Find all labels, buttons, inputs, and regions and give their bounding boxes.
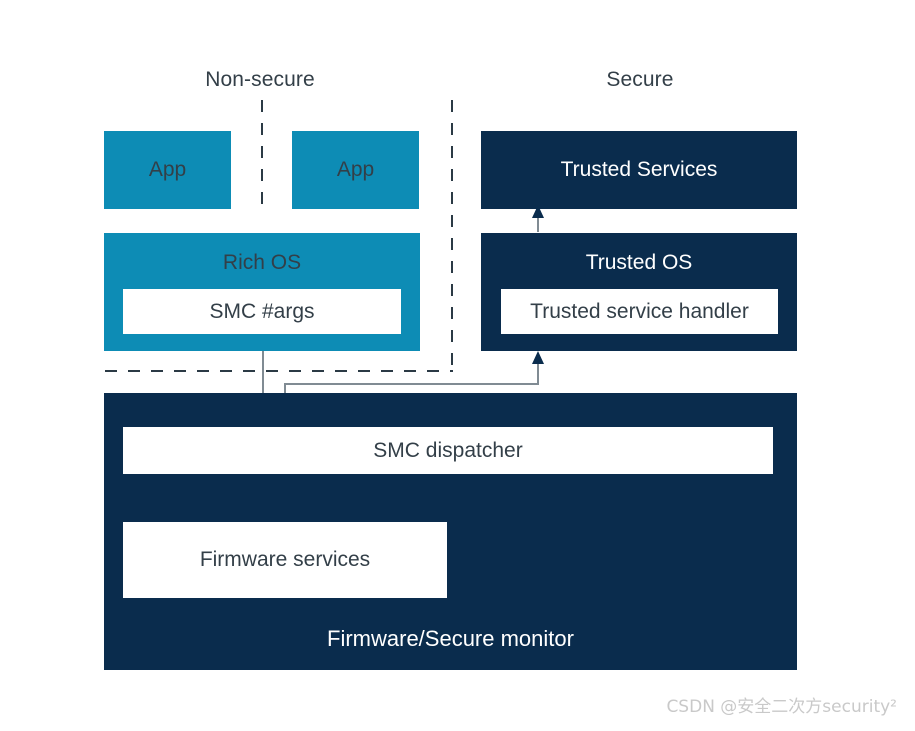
box-firmware-services-label: Firmware services [199, 548, 371, 571]
box-app-1-label: App [148, 158, 187, 181]
box-smc-dispatcher[interactable]: SMC dispatcher [123, 427, 773, 474]
box-trusted-service-handler[interactable]: Trusted service handler [501, 289, 778, 334]
trustzone-architecture-diagram: Non-secure Secure App App Trusted Servic… [0, 0, 915, 731]
box-smc-dispatcher-label: SMC dispatcher [373, 438, 523, 462]
watermark: CSDN @安全二次方security² [666, 697, 897, 717]
box-app-2-label: App [336, 158, 375, 181]
box-trusted-services[interactable]: Trusted Services [481, 131, 797, 209]
box-smc-args[interactable]: SMC #args [123, 289, 401, 334]
box-trusted-services-label: Trusted Services [560, 158, 718, 181]
box-app-2[interactable]: App [292, 131, 419, 209]
box-app-1[interactable]: App [104, 131, 231, 209]
box-smc-args-label: SMC #args [209, 299, 315, 323]
arrow-monitor-to-trusted-os-head [532, 351, 544, 364]
box-firmware-secure-monitor-label: Firmware/Secure monitor [327, 626, 574, 651]
box-rich-os-label: Rich OS [222, 251, 302, 274]
box-trusted-os-label: Trusted OS [585, 251, 693, 274]
box-trusted-service-handler-label: Trusted service handler [530, 299, 749, 323]
box-firmware-services[interactable]: Firmware services [123, 522, 447, 598]
